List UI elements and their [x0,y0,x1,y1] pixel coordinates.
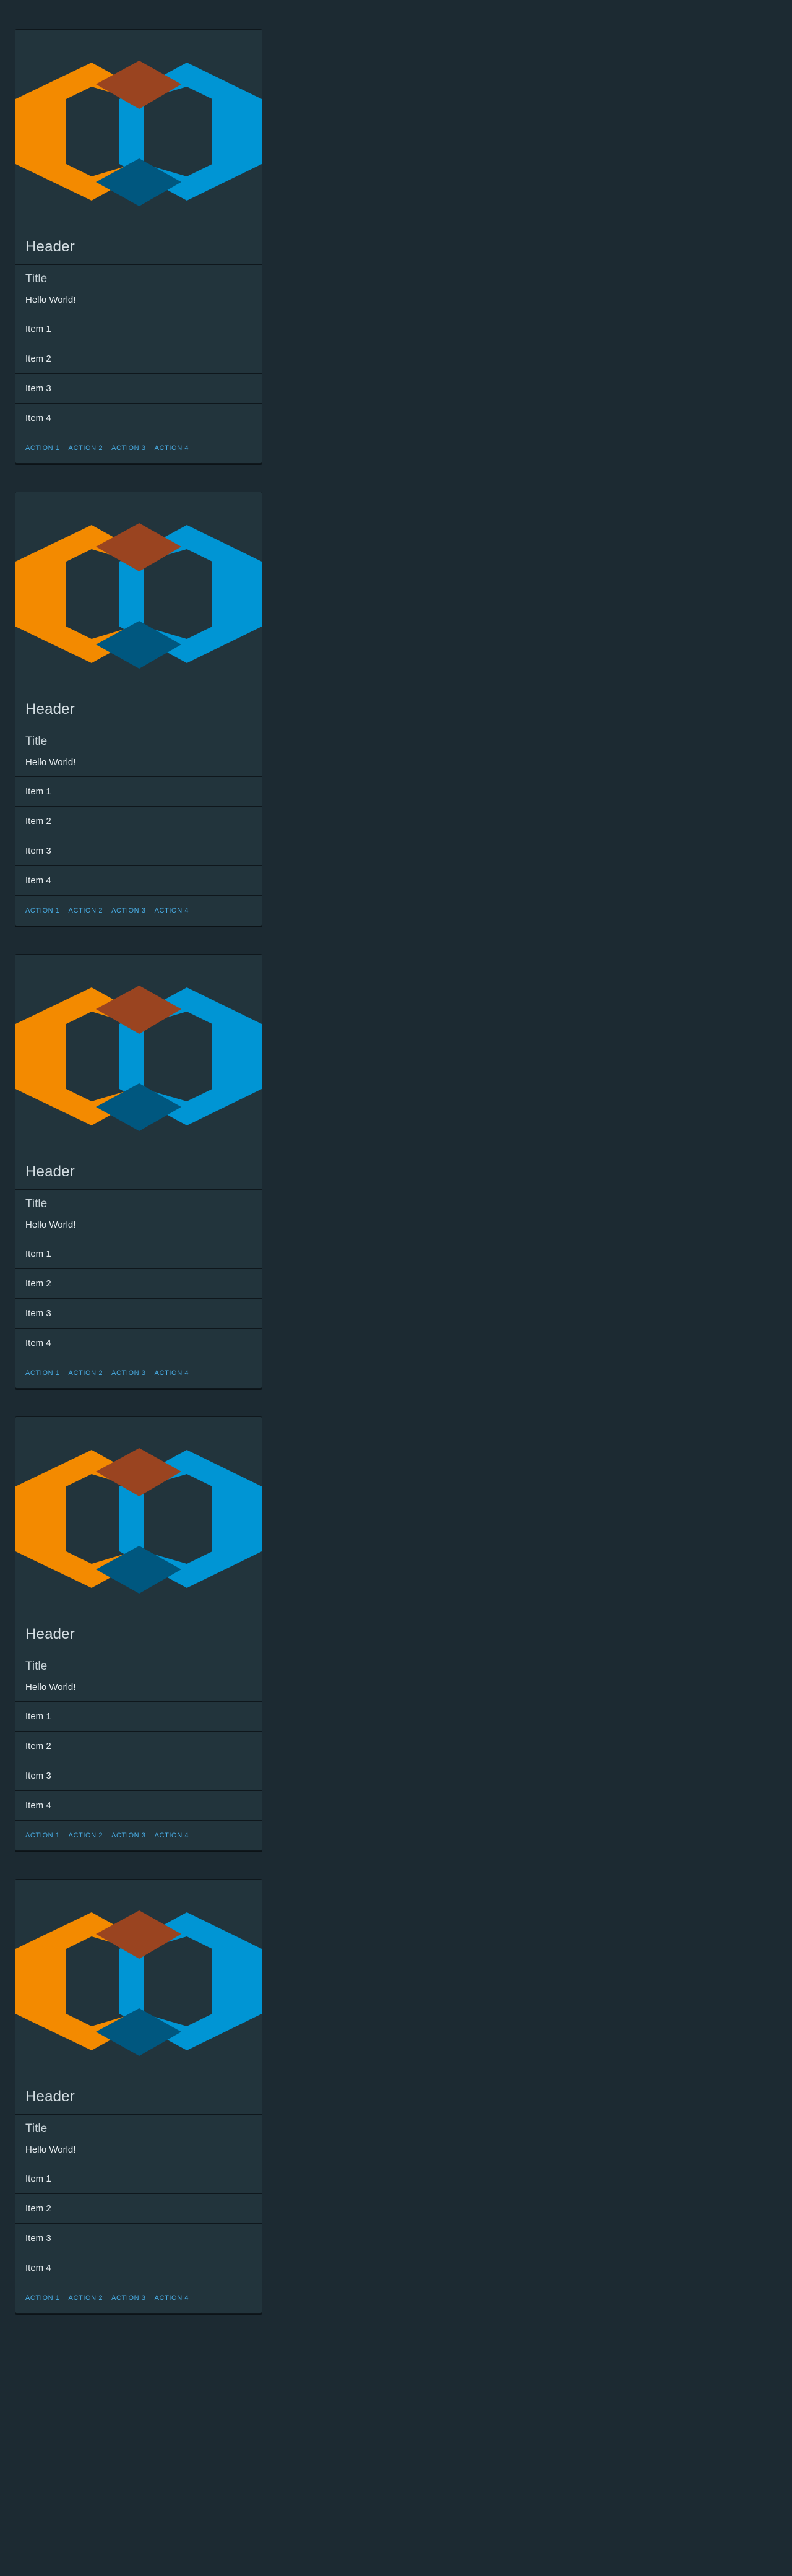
list-item: Item 1 [15,1702,262,1732]
card-title: Title [25,272,48,285]
card-content: Title Hello World! [15,265,262,314]
card-footer: ACTION 1 ACTION 2 ACTION 3 ACTION 4 [15,896,262,926]
card-header: Header [15,2079,262,2115]
action-3-button[interactable]: ACTION 3 [111,1369,146,1377]
hexagon-logo-icon [15,1910,262,2056]
action-1-button[interactable]: ACTION 1 [25,2294,60,2302]
list-item: Item 1 [15,314,262,344]
list-item: Item 4 [15,1329,262,1358]
action-3-button[interactable]: ACTION 3 [111,445,146,452]
action-2-button[interactable]: ACTION 2 [69,445,103,452]
list-item: Item 3 [15,1299,262,1329]
card-footer: ACTION 1 ACTION 2 ACTION 3 ACTION 4 [15,1821,262,1850]
action-1-button[interactable]: ACTION 1 [25,445,60,452]
card-header: Header [15,692,262,727]
list-item: Item 4 [15,1791,262,1821]
action-4-button[interactable]: ACTION 4 [155,907,189,914]
card: Header Title Hello World! Item 1 Item 2 … [15,954,262,1389]
card: Header Title Hello World! Item 1 Item 2 … [15,1416,262,1851]
card-media [15,492,262,692]
list-item: Item 3 [15,2224,262,2253]
card-header-text: Header [25,2088,75,2105]
card-list-group: Item 1 Item 2 Item 3 Item 4 [15,777,262,896]
list-item: Item 3 [15,1761,262,1791]
action-2-button[interactable]: ACTION 2 [69,1369,103,1377]
list-item: Item 4 [15,404,262,433]
action-3-button[interactable]: ACTION 3 [111,907,146,914]
card-footer: ACTION 1 ACTION 2 ACTION 3 ACTION 4 [15,2283,262,2313]
action-4-button[interactable]: ACTION 4 [155,1832,189,1839]
list-item: Item 2 [15,344,262,374]
card-title: Title [25,735,48,748]
action-3-button[interactable]: ACTION 3 [111,1832,146,1839]
card-footer: ACTION 1 ACTION 2 ACTION 3 ACTION 4 [15,433,262,463]
list-item: Item 4 [15,2253,262,2283]
card-list: Header Title Hello World! Item 1 Item 2 … [15,29,262,2341]
card-content: Title Hello World! [15,2115,262,2164]
list-item: Item 3 [15,836,262,866]
list-item: Item 4 [15,866,262,896]
list-item: Item 2 [15,2194,262,2224]
card-text: Hello World! [25,295,76,305]
hexagon-logo-icon [15,61,262,206]
card-list-group: Item 1 Item 2 Item 3 Item 4 [15,1702,262,1821]
list-item: Item 2 [15,1269,262,1299]
card-title: Title [25,1197,48,1210]
card-content: Title Hello World! [15,1652,262,1702]
action-2-button[interactable]: ACTION 2 [69,907,103,914]
card-text: Hello World! [25,757,76,768]
card-list-group: Item 1 Item 2 Item 3 Item 4 [15,1239,262,1358]
hexagon-logo-icon [15,986,262,1131]
action-4-button[interactable]: ACTION 4 [155,2294,189,2302]
list-item: Item 2 [15,807,262,836]
list-item: Item 1 [15,1239,262,1269]
card-title: Title [25,2122,48,2135]
card-header-text: Header [25,700,75,718]
card-list-group: Item 1 Item 2 Item 3 Item 4 [15,2164,262,2283]
card-footer: ACTION 1 ACTION 2 ACTION 3 ACTION 4 [15,1358,262,1388]
card-text: Hello World! [25,1682,76,1693]
card-media [15,1880,262,2079]
action-2-button[interactable]: ACTION 2 [69,1832,103,1839]
action-1-button[interactable]: ACTION 1 [25,1832,60,1839]
card-text: Hello World! [25,1220,76,1230]
card-content: Title Hello World! [15,727,262,777]
list-item: Item 3 [15,374,262,404]
card: Header Title Hello World! Item 1 Item 2 … [15,29,262,464]
action-1-button[interactable]: ACTION 1 [25,907,60,914]
card-list-group: Item 1 Item 2 Item 3 Item 4 [15,314,262,433]
action-1-button[interactable]: ACTION 1 [25,1369,60,1377]
card-text: Hello World! [25,2144,76,2155]
action-2-button[interactable]: ACTION 2 [69,2294,103,2302]
card-header: Header [15,1154,262,1190]
card-header-text: Header [25,1625,75,1642]
card-content: Title Hello World! [15,1190,262,1239]
list-item: Item 1 [15,777,262,807]
card-media [15,955,262,1154]
card-header: Header [15,229,262,265]
action-3-button[interactable]: ACTION 3 [111,2294,146,2302]
card-media [15,1417,262,1616]
card-title: Title [25,1660,48,1673]
list-item: Item 1 [15,2164,262,2194]
card-media [15,30,262,229]
list-item: Item 2 [15,1732,262,1761]
card: Header Title Hello World! Item 1 Item 2 … [15,1879,262,2314]
action-4-button[interactable]: ACTION 4 [155,1369,189,1377]
card-header: Header [15,1616,262,1652]
hexagon-logo-icon [15,1448,262,1594]
card-header-text: Header [25,238,75,255]
card: Header Title Hello World! Item 1 Item 2 … [15,492,262,926]
hexagon-logo-icon [15,523,262,669]
action-4-button[interactable]: ACTION 4 [155,445,189,452]
card-header-text: Header [25,1163,75,1180]
